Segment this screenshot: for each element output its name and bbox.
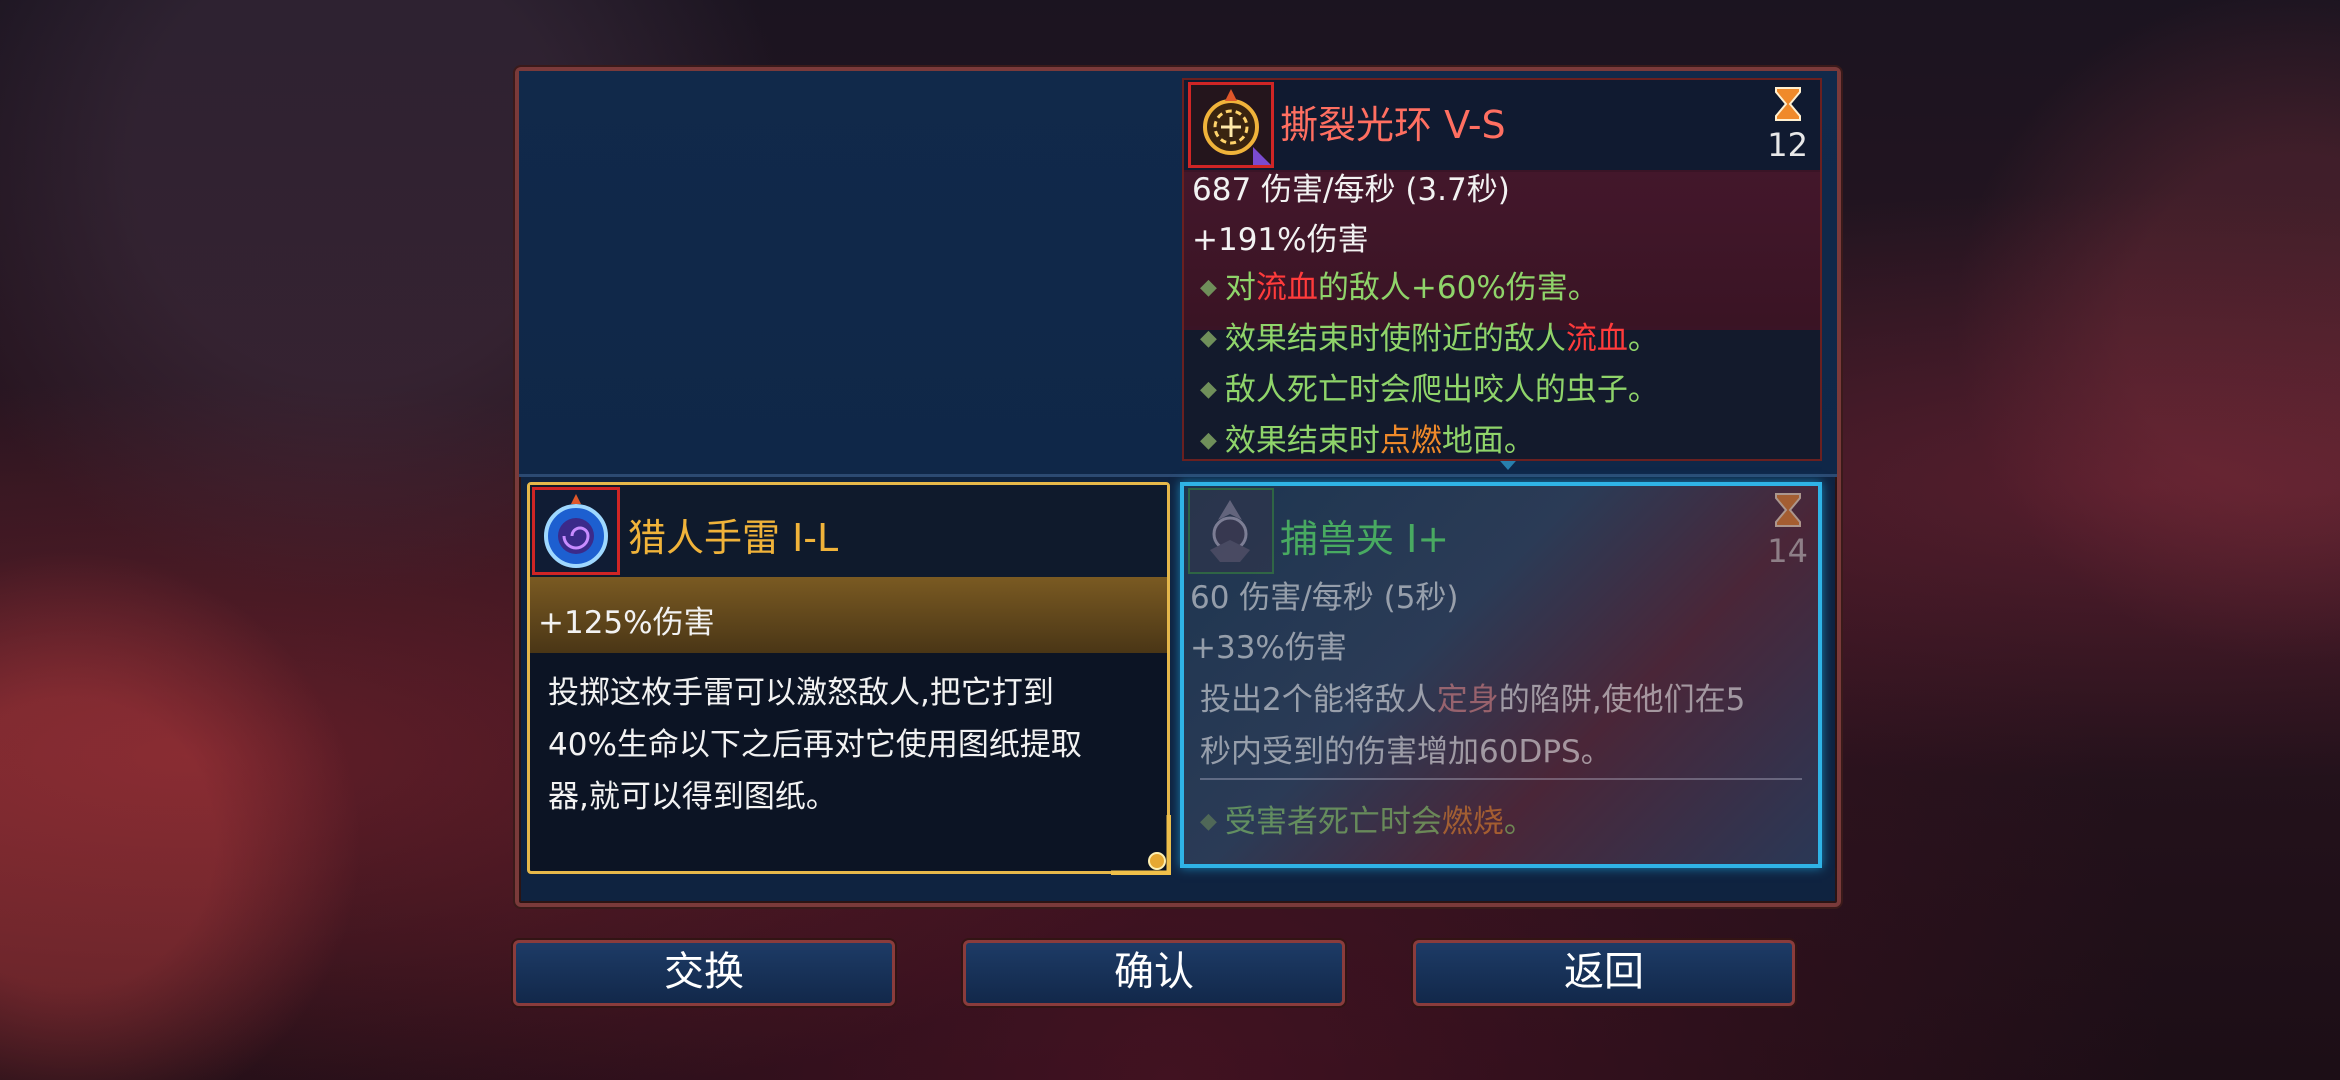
effect-line: ◆ 敌人死亡时会爬出咬人的虫子。: [1200, 372, 1659, 408]
panel-divider: [519, 474, 1837, 477]
bullet-icon: ◆: [1200, 809, 1217, 834]
damage-bonus: +33%伤害: [1190, 630, 1347, 666]
target-slot-card[interactable]: 捕兽夹 I+ 14 60 伤害/每秒 (5秒) +33%伤害 投出2个能将敌人定…: [1180, 482, 1822, 868]
hunter-grenade-icon: [532, 487, 620, 575]
back-button[interactable]: 返回: [1413, 940, 1795, 1006]
selected-item-card[interactable]: 猎人手雷 I-L +125%伤害 投掷这枚手雷可以激怒敌人,把它打到 40%生命…: [527, 482, 1171, 875]
bear-trap-icon: [1188, 488, 1274, 574]
corner-ornament-icon: [1111, 815, 1171, 875]
dps-line: 60 伤害/每秒 (5秒): [1190, 580, 1459, 616]
effect-line: ◆ 受害者死亡时会燃烧。: [1200, 804, 1535, 840]
item-title: 撕裂光环 V-S: [1280, 103, 1506, 147]
bullet-icon: ◆: [1200, 428, 1217, 453]
torn-aura-icon: [1188, 82, 1274, 168]
effect-line: ◆ 效果结束时使附近的敌人流血。: [1200, 321, 1659, 357]
swap-button[interactable]: 交换: [513, 940, 895, 1006]
effect-line: ◆ 效果结束时点燃地面。: [1200, 423, 1535, 459]
item-title: 猎人手雷 I-L: [628, 516, 839, 560]
bullet-icon: ◆: [1200, 275, 1217, 300]
item-title: 捕兽夹 I+: [1280, 517, 1450, 561]
item-description-line: 投出2个能将敌人定身的陷阱,使他们在5: [1200, 682, 1746, 718]
separator: [1200, 778, 1802, 780]
cooldown-timer: 12: [1767, 86, 1808, 164]
cooldown-value: 14: [1767, 532, 1808, 570]
damage-bonus: +191%伤害: [1192, 222, 1369, 258]
cooldown-value: 12: [1767, 126, 1808, 164]
bullet-icon: ◆: [1200, 377, 1217, 402]
bullet-icon: ◆: [1200, 326, 1217, 351]
effect-line: ◆ 对流血的敌人+60%伤害。: [1200, 270, 1599, 306]
hourglass-icon: [1774, 493, 1801, 527]
item-description-line: 秒内受到的伤害增加60DPS。: [1200, 734, 1612, 770]
dps-line: 687 伤害/每秒 (3.7秒): [1192, 172, 1510, 208]
card-header: [530, 485, 1167, 577]
item-description: 投掷这枚手雷可以激怒敌人,把它打到 40%生命以下之后再对它使用图纸提取 器,就…: [548, 675, 1082, 815]
equipped-item-card[interactable]: 撕裂光环 V-S 12 687 伤害/每秒 (3.7秒) +191%伤害 ◆ 对流…: [1182, 78, 1822, 461]
cooldown-timer: 14: [1767, 492, 1808, 570]
confirm-button[interactable]: 确认: [963, 940, 1345, 1006]
damage-bonus: +125%伤害: [538, 605, 715, 641]
hourglass-icon: [1774, 87, 1801, 121]
